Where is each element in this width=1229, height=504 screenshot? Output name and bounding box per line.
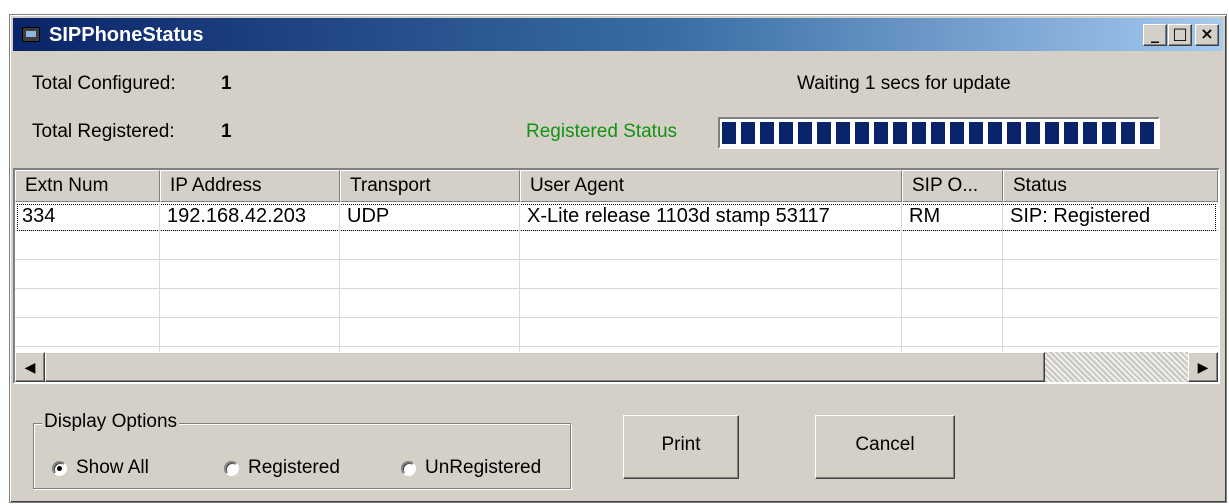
progress-segment — [760, 122, 774, 144]
column-header-transport[interactable]: Transport — [340, 170, 520, 202]
progress-segment — [912, 122, 926, 144]
total-configured-label: Total Configured: — [32, 73, 176, 94]
display-options-title: Display Options — [42, 411, 180, 433]
progress-segment — [722, 122, 736, 144]
progress-segment — [1121, 122, 1135, 144]
close-button[interactable]: × — [1195, 24, 1219, 46]
phone-status-list[interactable]: Extn Num IP Address Transport User Agent… — [13, 168, 1220, 384]
scroll-left-button[interactable]: ◀ — [15, 352, 45, 382]
window-title: SIPPhoneStatus — [49, 24, 204, 46]
radio-show-all-label: Show All — [76, 457, 149, 478]
total-registered-label: Total Registered: — [32, 121, 175, 142]
progress-segment — [779, 122, 793, 144]
empty-row — [15, 289, 1218, 318]
progress-segment — [988, 122, 1002, 144]
scroll-track[interactable] — [1045, 352, 1188, 382]
column-header-extn-num[interactable]: Extn Num — [15, 170, 160, 202]
radio-indicator[interactable] — [401, 460, 416, 476]
progress-segment — [1007, 122, 1021, 144]
progress-segment — [1083, 122, 1097, 144]
selected-row-focus — [17, 204, 1216, 231]
column-header-ip-address[interactable]: IP Address — [160, 170, 340, 202]
progress-segment — [817, 122, 831, 144]
horizontal-scrollbar[interactable]: ◀ ▶ — [15, 352, 1218, 382]
radio-show-all[interactable]: Show All — [52, 456, 149, 480]
progress-fill — [722, 122, 1156, 144]
column-header-sip-o[interactable]: SIP O... — [902, 170, 1003, 202]
progress-segment — [969, 122, 983, 144]
progress-segment — [1102, 122, 1116, 144]
progress-segment — [798, 122, 812, 144]
minimize-button[interactable]: _ — [1143, 24, 1167, 46]
app-window-icon[interactable] — [22, 27, 40, 42]
update-countdown-text: Waiting 1 secs for update — [797, 73, 1011, 94]
total-registered-value: 1 — [221, 121, 232, 142]
radio-indicator[interactable] — [224, 460, 239, 476]
progress-segment — [874, 122, 888, 144]
column-header-user-agent[interactable]: User Agent — [520, 170, 902, 202]
sipphonestatus-window: SIPPhoneStatus _ □ × Total Configured: 1… — [9, 14, 1227, 503]
radio-registered[interactable]: Registered — [224, 456, 340, 480]
empty-row — [15, 260, 1218, 289]
registered-status-progress-bar — [718, 117, 1160, 149]
cancel-button[interactable]: Cancel — [815, 415, 955, 479]
progress-segment — [1064, 122, 1078, 144]
progress-segment — [741, 122, 755, 144]
progress-segment — [950, 122, 964, 144]
print-button[interactable]: Print — [623, 415, 739, 479]
empty-row — [15, 318, 1218, 347]
radio-indicator-selected[interactable] — [52, 460, 67, 476]
scroll-right-button[interactable]: ▶ — [1188, 352, 1218, 382]
registered-status-label: Registered Status — [526, 121, 678, 142]
maximize-button[interactable]: □ — [1168, 24, 1192, 46]
radio-registered-label: Registered — [248, 457, 340, 478]
progress-segment — [855, 122, 869, 144]
scroll-thumb[interactable] — [45, 352, 1045, 382]
progress-segment — [893, 122, 907, 144]
radio-unregistered[interactable]: UnRegistered — [401, 456, 541, 480]
progress-segment — [1026, 122, 1040, 144]
arrow-right-icon: ▶ — [1197, 359, 1209, 375]
progress-segment — [836, 122, 850, 144]
radio-unregistered-label: UnRegistered — [425, 457, 542, 478]
progress-segment — [931, 122, 945, 144]
column-header-status[interactable]: Status — [1003, 170, 1218, 202]
display-options-group: Display Options Show All Registered UnRe… — [33, 411, 571, 489]
progress-segment — [1045, 122, 1059, 144]
empty-row — [15, 231, 1218, 260]
arrow-left-icon: ◀ — [24, 359, 36, 375]
progress-segment — [1140, 122, 1154, 144]
title-bar[interactable]: SIPPhoneStatus _ □ × — [13, 18, 1223, 51]
total-configured-value: 1 — [221, 73, 232, 94]
